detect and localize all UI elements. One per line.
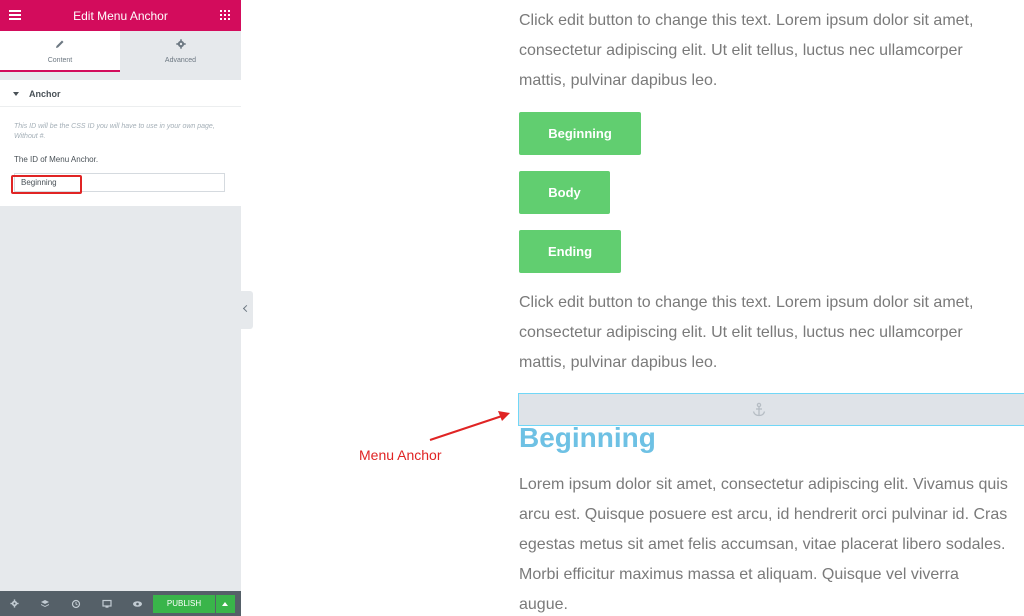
tab-content[interactable]: Content — [0, 31, 120, 72]
tab-content-label: Content — [47, 57, 73, 64]
gear-icon — [175, 39, 186, 49]
layers-icon[interactable] — [39, 598, 50, 609]
body-button[interactable]: Body — [519, 171, 610, 214]
anchor-id-label: The ID of Menu Anchor. — [14, 155, 99, 164]
ending-button[interactable]: Ending — [519, 230, 621, 273]
history-icon[interactable] — [70, 598, 81, 609]
caret-down-icon — [13, 92, 19, 96]
panel-footer: PUBLISH — [0, 591, 241, 616]
caret-up-icon — [222, 602, 228, 606]
tab-advanced[interactable]: Advanced — [120, 31, 241, 72]
widgets-grid-icon[interactable] — [220, 10, 230, 20]
panel-collapse-handle[interactable] — [241, 291, 253, 329]
beginning-button[interactable]: Beginning — [519, 112, 641, 155]
anchor-icon — [752, 402, 766, 417]
annotation-arrow-icon — [429, 411, 510, 441]
pencil-icon — [56, 40, 64, 48]
text-paragraph: Lorem ipsum dolor sit amet, consectetur … — [519, 476, 1008, 613]
text-paragraph: Click edit button to change this text. L… — [519, 12, 974, 89]
help-text: This ID will be the CSS ID you will have… — [14, 123, 215, 140]
editor-panel: Edit Menu Anchor Content Advanced Anchor — [0, 0, 241, 616]
text-paragraph: Click edit button to change this text. L… — [519, 294, 974, 371]
input-highlight-box — [11, 175, 82, 194]
publish-options-button[interactable] — [216, 595, 235, 613]
panel-header: Edit Menu Anchor — [0, 0, 241, 31]
chevron-left-icon — [242, 304, 251, 313]
tab-advanced-label: Advanced — [164, 57, 197, 64]
responsive-icon[interactable] — [101, 598, 112, 609]
panel-title: Edit Menu Anchor — [73, 9, 168, 23]
preview-eye-icon[interactable] — [132, 598, 143, 609]
section-header-anchor[interactable]: Anchor — [0, 80, 241, 107]
beginning-heading: Beginning — [519, 422, 656, 453]
section-title: Anchor — [29, 89, 61, 99]
publish-button[interactable]: PUBLISH — [153, 595, 215, 613]
panel-tabs: Content Advanced — [0, 31, 241, 72]
settings-icon[interactable] — [9, 598, 20, 609]
